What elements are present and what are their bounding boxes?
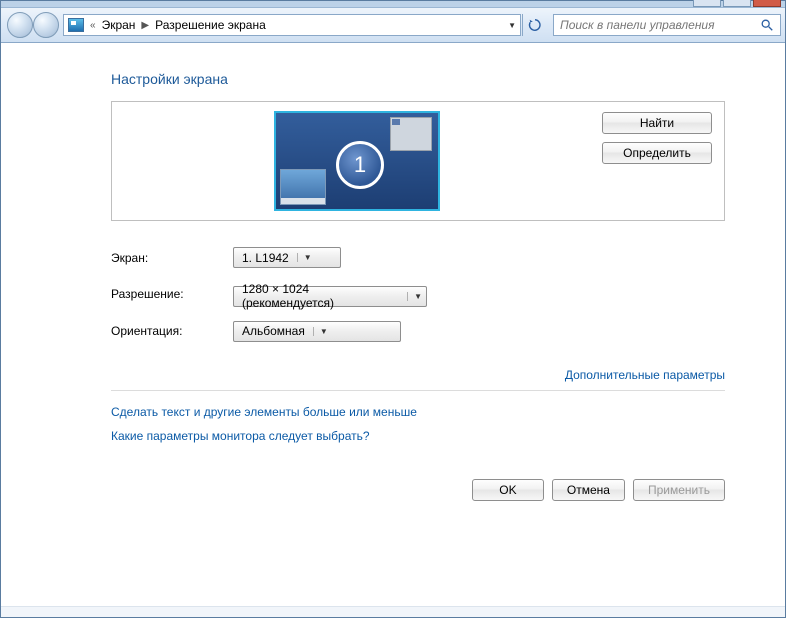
preview-side-buttons: Найти Определить xyxy=(602,110,712,164)
cancel-button[interactable]: Отмена xyxy=(552,479,625,501)
orientation-value: Альбомная xyxy=(242,324,305,338)
mini-window-icon xyxy=(390,117,432,151)
address-wrap: « Экран ▶ Разрешение экрана ▼ Поиск в па… xyxy=(63,14,781,36)
detect-button[interactable]: Найти xyxy=(602,112,712,134)
breadcrumb-part-1[interactable]: Экран xyxy=(102,18,136,32)
titlebar xyxy=(1,1,785,8)
display-label: Экран: xyxy=(111,251,233,265)
monitor-number-badge: 1 xyxy=(336,141,384,189)
status-bar xyxy=(1,606,785,617)
navigation-bar: « Экран ▶ Разрешение экрана ▼ Поиск в па… xyxy=(1,8,785,43)
forward-button[interactable] xyxy=(33,12,59,38)
identify-button[interactable]: Определить xyxy=(602,142,712,164)
display-select[interactable]: 1. L1942 ▼ xyxy=(233,247,341,268)
display-preview-box: 1 Найти Определить xyxy=(111,101,725,221)
refresh-icon xyxy=(528,18,542,32)
control-panel-icon xyxy=(68,18,84,32)
window: « Экран ▶ Разрешение экрана ▼ Поиск в па… xyxy=(0,0,786,618)
chevron-down-icon: ▼ xyxy=(297,253,312,262)
orientation-label: Ориентация: xyxy=(111,324,233,338)
ok-button[interactable]: OK xyxy=(472,479,544,501)
search-input[interactable]: Поиск в панели управления xyxy=(553,14,781,36)
monitor-preview[interactable]: 1 xyxy=(274,111,440,211)
maximize-button[interactable] xyxy=(723,0,751,7)
window-controls xyxy=(693,0,781,7)
advanced-link-row: Дополнительные параметры xyxy=(111,368,725,382)
resolution-label: Разрешение: xyxy=(111,287,233,301)
which-monitor-link[interactable]: Какие параметры монитора следует выбрать… xyxy=(111,429,725,443)
resolution-value: 1280 × 1024 (рекомендуется) xyxy=(242,282,399,310)
help-links: Сделать текст и другие элементы больше и… xyxy=(111,405,725,443)
search-placeholder: Поиск в панели управления xyxy=(560,18,715,32)
minimize-button[interactable] xyxy=(693,0,721,7)
chevron-right-icon: ▶ xyxy=(141,20,149,31)
chevron-down-icon: ▼ xyxy=(313,327,328,336)
address-bar[interactable]: « Экран ▶ Разрешение экрана ▼ xyxy=(63,14,521,36)
advanced-settings-link[interactable]: Дополнительные параметры xyxy=(565,368,725,382)
text-size-link[interactable]: Сделать текст и другие элементы больше и… xyxy=(111,405,725,419)
orientation-select[interactable]: Альбомная ▼ xyxy=(233,321,401,342)
preview-center: 1 xyxy=(124,110,590,212)
back-button[interactable] xyxy=(7,12,33,38)
refresh-button[interactable] xyxy=(522,14,547,36)
address-dropdown-icon[interactable]: ▼ xyxy=(508,21,516,30)
close-button[interactable] xyxy=(753,0,781,7)
separator xyxy=(111,390,725,391)
apply-button[interactable]: Применить xyxy=(633,479,725,501)
breadcrumb-part-2[interactable]: Разрешение экрана xyxy=(155,18,266,32)
display-value: 1. L1942 xyxy=(242,251,289,265)
resolution-select[interactable]: 1280 × 1024 (рекомендуется) ▼ xyxy=(233,286,427,307)
breadcrumb-prefix: « xyxy=(90,20,96,31)
search-icon xyxy=(760,18,774,32)
settings-form: Экран: 1. L1942 ▼ Разрешение: 1280 × 102… xyxy=(111,247,725,342)
page-title: Настройки экрана xyxy=(111,71,725,87)
dialog-buttons: OK Отмена Применить xyxy=(111,479,725,501)
content-area: Настройки экрана 1 Найти Определить Экра… xyxy=(1,43,785,606)
chevron-down-icon: ▼ xyxy=(407,292,422,301)
mini-desktop-icon xyxy=(280,169,326,205)
